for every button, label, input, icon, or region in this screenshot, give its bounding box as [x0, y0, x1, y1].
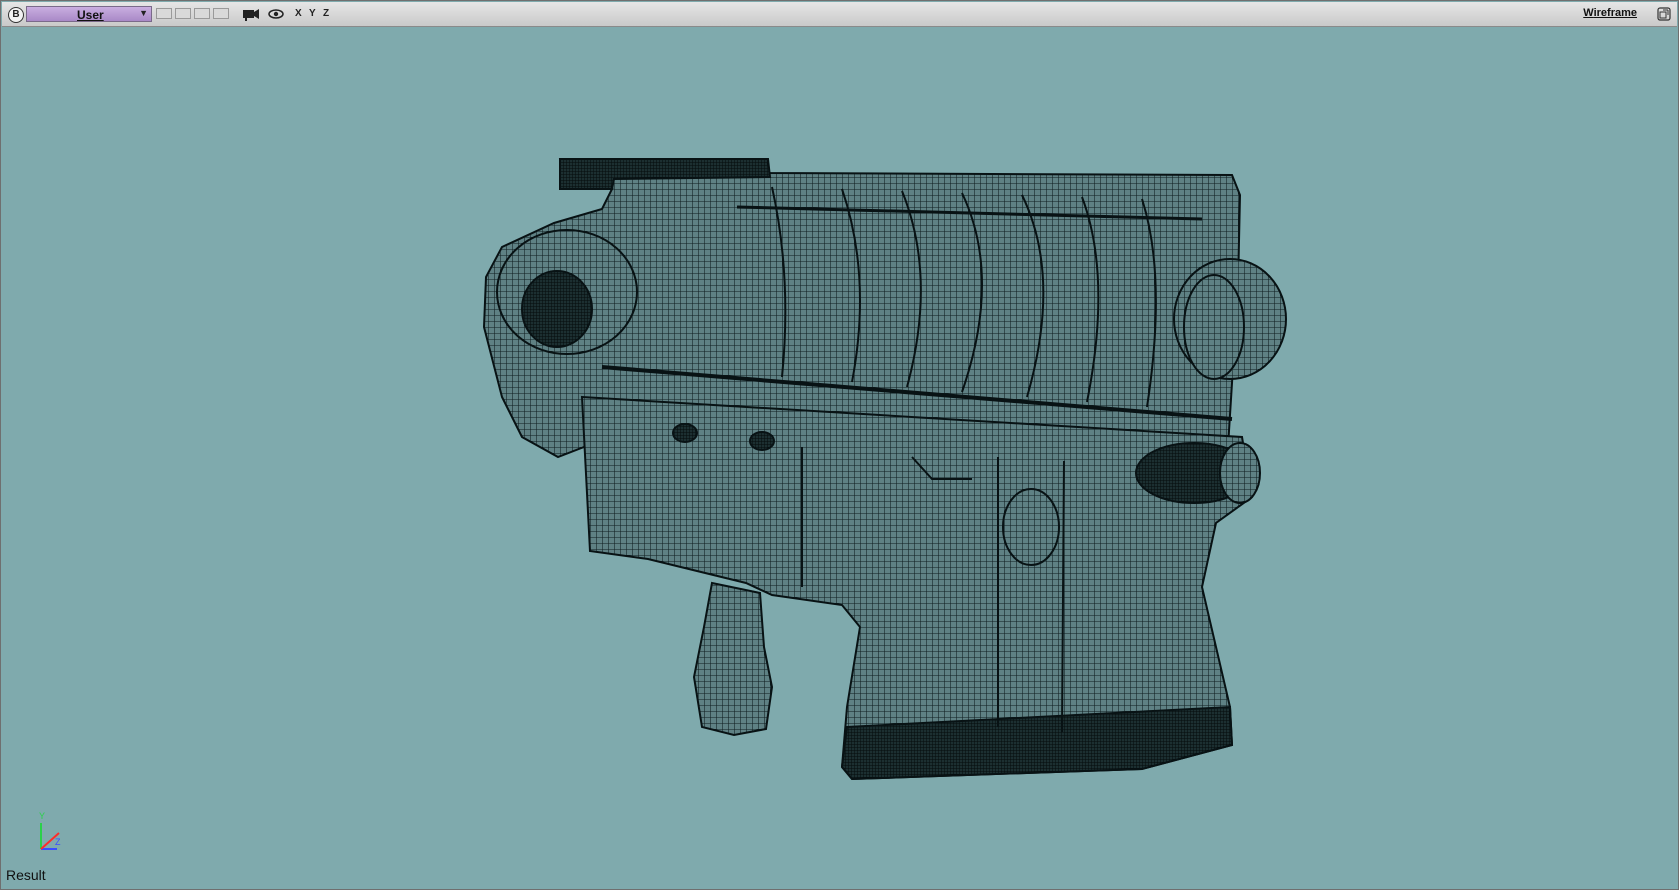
result-label: Result: [6, 867, 46, 883]
axis-z-toggle[interactable]: Z: [323, 8, 329, 19]
view-select[interactable]: User ▼: [26, 6, 152, 22]
view-slot-2[interactable]: [175, 8, 191, 19]
camera-icon[interactable]: [242, 7, 260, 21]
axis-gizmo-icon: Y Z: [39, 811, 61, 850]
view-slot-1[interactable]: [156, 8, 172, 19]
viewport-menu-button[interactable]: B: [8, 7, 24, 23]
gizmo-y-label: Y: [39, 811, 45, 821]
view-slot-3[interactable]: [194, 8, 210, 19]
chevron-down-icon: ▼: [139, 8, 148, 18]
shading-mode-mnemonic: W: [1583, 7, 1594, 19]
axis-y-toggle[interactable]: Y: [309, 8, 316, 19]
gizmo-z-label: Z: [55, 837, 61, 847]
receiver-model: [482, 158, 1287, 781]
viewport[interactable]: B User ▼ X Y Z Wireframe Y Z Result: [0, 0, 1679, 890]
axis-x-toggle[interactable]: X: [295, 8, 302, 19]
viewport-toolbar: B User ▼ X Y Z Wireframe: [2, 2, 1677, 27]
maximize-icon[interactable]: [1657, 7, 1671, 21]
wireframe-scene[interactable]: [2, 27, 1677, 863]
eye-icon[interactable]: [268, 7, 284, 21]
shading-mode-label: ireframe: [1593, 7, 1637, 19]
shading-mode-menu[interactable]: Wireframe: [1583, 7, 1637, 19]
view-slot-4[interactable]: [213, 8, 229, 19]
view-name: User: [77, 8, 104, 22]
